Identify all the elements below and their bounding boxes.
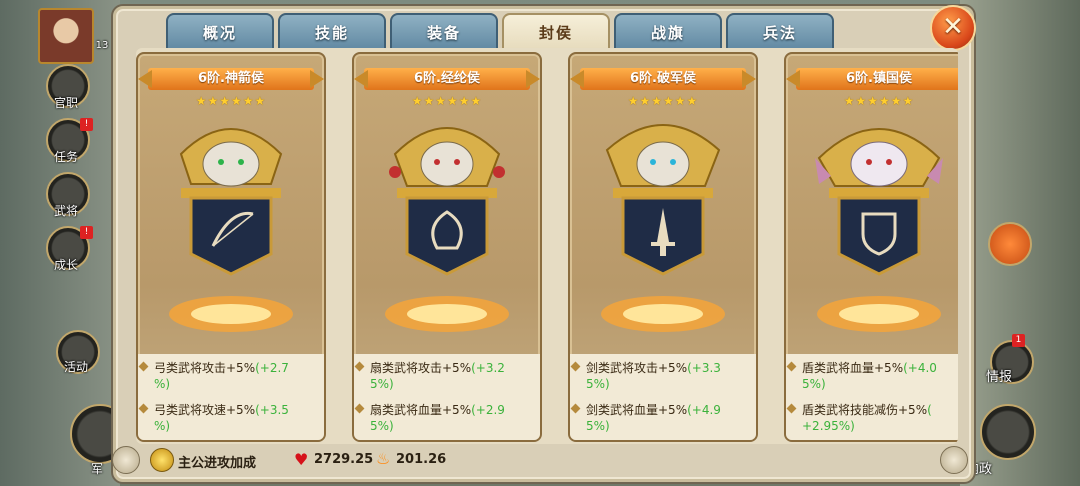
tab-skills[interactable]: 技能 [278, 13, 386, 53]
attribute-list: 扇类武将攻击+5%(+3.2 5%) 扇类武将血量+5%(+2.9 5%) [354, 354, 540, 440]
marquis-card-list: 6阶.神箭侯 ★★★★★★ 弓类武将攻击+5%(+2.7%) 弓类武将攻速+5%… [136, 48, 958, 444]
intel-badge: 1 [1012, 334, 1025, 347]
star-rating: ★★★★★★ [411, 94, 483, 108]
tab-tactics[interactable]: 兵法 [726, 13, 834, 53]
attribute-row: 弓类武将攻速+5%(+3.5%) [138, 402, 314, 434]
attribute-row: 扇类武将血量+5%(+2.9 5%) [354, 402, 530, 434]
attribute-row: 扇类武将攻击+5%(+3.2 5%) [354, 360, 530, 392]
card-title: 6阶.经纶侯 [364, 68, 530, 90]
bow-icon [169, 128, 293, 332]
star-rating: ★★★★★★ [195, 94, 267, 108]
attribute-row: 剑类武将血量+5%(+4.9 5%) [570, 402, 746, 434]
marquis-card[interactable]: 6阶.经纶侯 ★★★★★★ 扇类武将攻击+5%(+3.2 5%) 扇类武将血量+5… [352, 52, 542, 442]
close-button[interactable]: ✕ [930, 5, 976, 51]
army-label: 军 [90, 462, 103, 476]
shield-icon [815, 128, 943, 332]
star-rating: ★★★★★★ [627, 94, 699, 108]
attribute-list: 剑类武将攻击+5%(+3.3 5%) 剑类武将血量+5%(+4.9 5%) [570, 354, 756, 440]
sword-icon [601, 124, 725, 332]
growth-label: 成长 [53, 258, 78, 272]
attribute-row: 弓类武将攻击+5%(+2.7%) [138, 360, 314, 392]
attribute-row: 盾类武将血量+5%(+4.0 5%) [786, 360, 958, 392]
growth-badge: ! [80, 226, 93, 239]
attribute-row: 盾类武将技能减伤+5%(+2.95%) [786, 402, 958, 434]
attribute-list: 弓类武将攻击+5%(+2.7%) 弓类武将攻速+5%(+3.5%) [138, 354, 324, 440]
tab-equipment[interactable]: 装备 [390, 13, 498, 53]
official-rank-label: 官职 [53, 96, 78, 110]
general-label: 武将 [53, 204, 78, 218]
attribute-row: 剑类武将攻击+5%(+3.3 5%) [570, 360, 746, 392]
card-title: 6阶.镇国侯 [796, 68, 958, 90]
marquis-card[interactable]: 6阶.镇国侯 ★★★★★★ 盾类武将血量+5%(+4.0 5%) 盾类武将技能减伤… [784, 52, 958, 442]
domestic-button[interactable] [980, 404, 1036, 460]
star-rating: ★★★★★★ [843, 94, 915, 108]
tab-overview[interactable]: 概况 [166, 13, 274, 53]
card-title: 6阶.破军侯 [580, 68, 746, 90]
lord-bonus-icon[interactable] [150, 448, 174, 472]
health-heart-icon: ♥ [294, 450, 309, 469]
lord-bonus-label: 主公进攻加成 [178, 456, 257, 471]
player-avatar[interactable] [38, 8, 94, 64]
attribute-list: 盾类武将血量+5%(+4.0 5%) 盾类武将技能减伤+5%(+2.95%) [786, 354, 958, 440]
fan-icon [385, 127, 509, 332]
tab-war-banner[interactable]: 战旗 [614, 13, 722, 53]
attack-value: 201.26 [396, 452, 447, 467]
marquis-card[interactable]: 6阶.神箭侯 ★★★★★★ 弓类武将攻击+5%(+2.7%) 弓类武将攻速+5%… [136, 52, 326, 442]
health-value: 2729.25 [314, 452, 374, 467]
intel-label: 情报 [986, 370, 1013, 385]
card-title: 6阶.神箭侯 [148, 68, 314, 90]
chat-button[interactable] [988, 222, 1032, 266]
task-label: 任务 [53, 150, 78, 164]
attack-flame-icon: ♨ [376, 449, 391, 468]
player-level: 13 [95, 40, 109, 51]
activity-label: 活动 [63, 360, 88, 374]
panel-corner-ornament [940, 446, 968, 474]
task-badge: ! [80, 118, 93, 131]
marquis-card[interactable]: 6阶.破军侯 ★★★★★★ 剑类武将攻击+5%(+3.3 5%) 剑类武将血量+5… [568, 52, 758, 442]
panel-corner-ornament [112, 446, 140, 474]
